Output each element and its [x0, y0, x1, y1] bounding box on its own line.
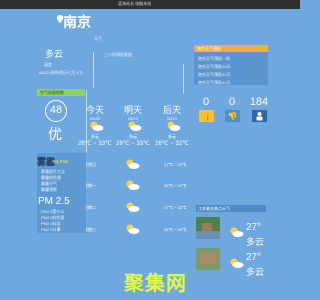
panel-link[interactable]: 雾霾预警	[41, 187, 57, 193]
partly-cloudy-icon	[167, 121, 181, 131]
update-text: 三小时预报数据	[104, 52, 132, 57]
forecast-row[interactable]: 星期三 26℃ ~ 33℃	[84, 221, 196, 239]
news-cond: 多云	[246, 267, 265, 277]
row-temp: 26℃ ~ 32℃	[164, 183, 187, 188]
partly-cloudy-icon	[126, 224, 140, 234]
stat-value: 0	[228, 96, 236, 108]
svg-text:👎: 👎	[228, 112, 238, 121]
scenic-photo[interactable]	[196, 248, 220, 270]
row-temp: 27℃ ~ 33℃	[164, 162, 187, 167]
day-name: 今天	[85, 105, 104, 115]
partly-cloudy-icon	[230, 227, 244, 237]
forecast-row[interactable]: 星期二 27℃ ~ 32℃	[84, 199, 196, 217]
divider	[183, 64, 184, 94]
aqi-level: 优	[48, 126, 62, 142]
news-temp: 27°	[246, 222, 262, 233]
current-sub1: 温度	[44, 62, 52, 67]
pm-title[interactable]: PM 2.5	[38, 196, 70, 207]
panel-subtitle: wu mai	[52, 159, 68, 165]
forecast-row[interactable]: 星期日 27℃ ~ 33℃	[84, 156, 196, 174]
row-temp: 27℃ ~ 32℃	[164, 205, 187, 210]
partly-cloudy-icon	[126, 159, 140, 169]
news-title[interactable]: 江苏著名景点天气	[196, 205, 266, 212]
forecast-link[interactable]: 南京天气预报一周	[198, 56, 230, 62]
aqi-value: 48	[45, 100, 67, 122]
partly-cloudy-icon	[90, 121, 104, 131]
day-temp: 26℃ ~ 33℃	[78, 141, 112, 147]
top-bar: 蓝海站长 电脑本站	[0, 0, 300, 9]
day-name: 明天	[123, 105, 142, 115]
current-condition: 多云	[45, 49, 64, 59]
weather-label: 天气	[94, 36, 102, 41]
partly-cloudy-icon	[230, 258, 244, 268]
news-temp: 27°	[246, 252, 262, 263]
day-temp: 26℃ ~ 32℃	[155, 141, 189, 147]
scenic-photo[interactable]	[196, 217, 220, 239]
thumb-up-icon[interactable]: 👍	[199, 110, 214, 122]
stat-value: 184	[249, 96, 269, 108]
svg-text:👍: 👍	[202, 111, 212, 121]
people-icon	[252, 110, 267, 122]
divider	[93, 52, 94, 88]
partly-cloudy-icon	[128, 121, 142, 131]
day-name: 后天	[162, 105, 181, 115]
partly-cloudy-icon	[126, 202, 140, 212]
news-cond: 多云	[246, 237, 265, 247]
day-temp: 26℃ ~ 33℃	[116, 141, 150, 147]
forecast-link[interactable]: 南京天气预报15天	[198, 64, 230, 70]
panel-link[interactable]: PM2.5口罩	[41, 227, 61, 233]
city-name[interactable]: 南京	[63, 12, 91, 32]
row-temp: 26℃ ~ 33℃	[164, 227, 187, 232]
partly-cloudy-icon	[126, 180, 140, 190]
forecast-link[interactable]: 南京天气预报40天	[198, 80, 230, 86]
current-date: 06/22 周四/农历七月十九	[39, 70, 84, 75]
forecast-link[interactable]: 南京天气预报30天	[198, 72, 230, 78]
thumb-down-icon[interactable]: 👎	[225, 110, 240, 122]
watermark: 聚集网	[124, 273, 187, 295]
panel-title: 南京天气预报	[194, 45, 268, 52]
stat-value: 0	[202, 96, 210, 108]
top-bar-text[interactable]: 蓝海站长 电脑本站	[118, 1, 151, 7]
forecast-row[interactable]: 星期一 26℃ ~ 32℃	[84, 177, 196, 195]
aqi-panel-label: 空气质量指数	[37, 89, 85, 96]
